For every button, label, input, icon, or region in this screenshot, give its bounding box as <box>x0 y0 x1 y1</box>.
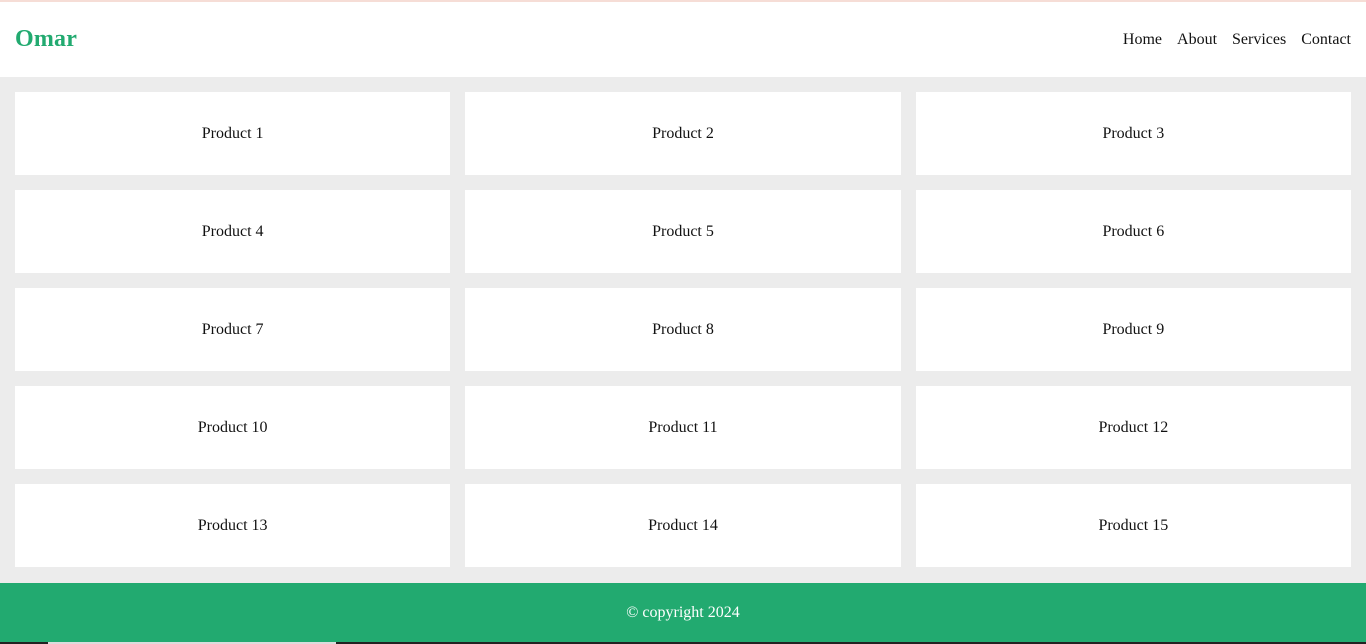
product-card-1: Product 1 <box>15 92 451 175</box>
product-card-3: Product 3 <box>915 92 1351 175</box>
product-card-13: Product 13 <box>15 484 451 567</box>
product-card-5: Product 5 <box>465 190 901 273</box>
product-card-15: Product 15 <box>915 484 1351 567</box>
product-card-12: Product 12 <box>915 386 1351 469</box>
site-footer: © copyright 2024 <box>0 583 1366 642</box>
nav-link-home[interactable]: Home <box>1123 31 1162 49</box>
product-grid: Product 1 Product 2 Product 3 Product 4 … <box>0 77 1366 583</box>
product-card-6: Product 6 <box>915 190 1351 273</box>
product-card-14: Product 14 <box>465 484 901 567</box>
product-card-2: Product 2 <box>465 92 901 175</box>
site-header: Omar Home About Services Contact <box>0 2 1366 77</box>
nav-link-about[interactable]: About <box>1177 31 1217 49</box>
product-card-10: Product 10 <box>15 386 451 469</box>
product-card-9: Product 9 <box>915 288 1351 371</box>
site-logo[interactable]: Omar <box>15 26 77 53</box>
main-nav: Home About Services Contact <box>1123 31 1351 49</box>
nav-link-services[interactable]: Services <box>1232 31 1286 49</box>
product-card-4: Product 4 <box>15 190 451 273</box>
copyright-text: © copyright 2024 <box>626 603 740 621</box>
nav-link-contact[interactable]: Contact <box>1301 31 1351 49</box>
product-card-7: Product 7 <box>15 288 451 371</box>
product-card-8: Product 8 <box>465 288 901 371</box>
product-card-11: Product 11 <box>465 386 901 469</box>
